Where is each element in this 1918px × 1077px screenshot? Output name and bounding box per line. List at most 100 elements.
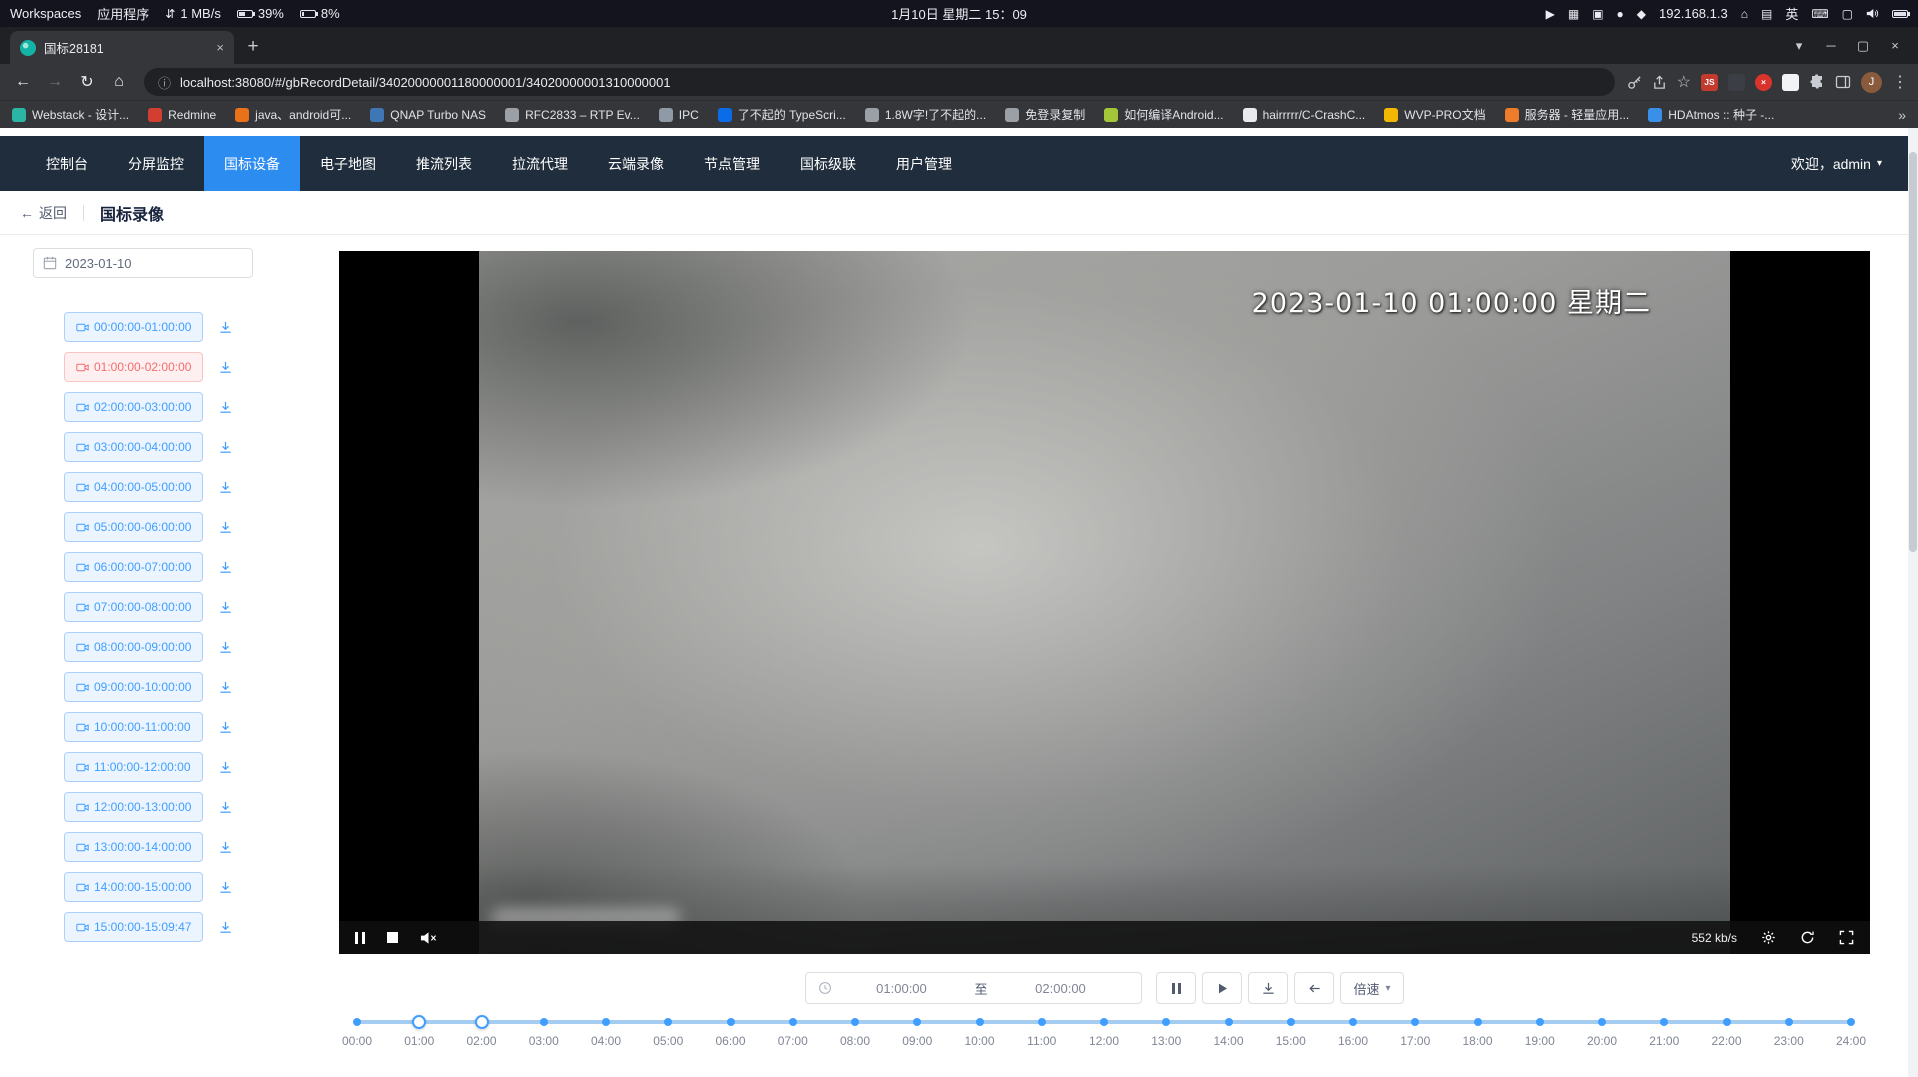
keyboard-icon[interactable]: ⌨ xyxy=(1811,8,1828,20)
ext-blocker-icon[interactable]: × xyxy=(1755,74,1772,91)
video-player[interactable]: 2023-01-10 01:00:00 星期二 552 kb/s xyxy=(339,251,1870,954)
clipboard-tray-icon[interactable]: ▣ xyxy=(1592,8,1603,20)
browser-forward-icon[interactable]: → xyxy=(42,73,68,91)
scrollbar-thumb[interactable] xyxy=(1909,152,1917,552)
record-time-button[interactable]: 06:00:00-07:00:00 xyxy=(64,552,203,582)
window-minimize-button[interactable]: ─ xyxy=(1816,38,1846,53)
player-stop-icon[interactable] xyxy=(387,932,398,943)
bookmark-item[interactable]: 了不起的 TypeScri... xyxy=(718,106,846,123)
record-time-button[interactable]: 11:00:00-12:00:00 xyxy=(64,752,203,782)
bookmark-item[interactable]: java、android可... xyxy=(235,106,351,123)
tab-search-icon[interactable]: ▾ xyxy=(1784,38,1814,54)
window-maximize-button[interactable]: ▢ xyxy=(1848,38,1878,54)
record-time-button[interactable]: 12:00:00-13:00:00 xyxy=(64,792,203,822)
record-download-button[interactable] xyxy=(218,840,233,855)
timeline-handle[interactable] xyxy=(475,1015,489,1029)
system-battery-icon[interactable] xyxy=(1892,10,1908,18)
record-time-button[interactable]: 05:00:00-06:00:00 xyxy=(64,512,203,542)
record-download-button[interactable] xyxy=(218,400,233,415)
display-icon[interactable]: ▢ xyxy=(1842,8,1853,20)
bookmarks-overflow-icon[interactable]: » xyxy=(1898,107,1906,123)
nav-item[interactable]: 国标设备 xyxy=(204,136,300,191)
tool-tray-icon[interactable]: ◆ xyxy=(1637,8,1646,20)
record-time-button[interactable]: 07:00:00-08:00:00 xyxy=(64,592,203,622)
media-player-icon[interactable]: ▶ xyxy=(1546,8,1555,20)
window-switcher-icon[interactable]: ▤ xyxy=(1761,8,1772,20)
site-info-icon[interactable]: ⓘ xyxy=(158,73,171,92)
record-download-button[interactable] xyxy=(218,680,233,695)
record-download-button[interactable] xyxy=(218,440,233,455)
nav-item[interactable]: 电子地图 xyxy=(300,136,396,191)
time-range-input[interactable]: 01:00:00 至 02:00:00 xyxy=(805,972,1142,1004)
bookmark-item[interactable]: HDAtmos :: 种子 -... xyxy=(1648,106,1774,123)
record-time-button[interactable]: 02:00:00-03:00:00 xyxy=(64,392,203,422)
download-button[interactable] xyxy=(1248,972,1288,1004)
bookmark-item[interactable]: 1.8W字!了不起的... xyxy=(865,106,986,123)
workspaces-button[interactable]: Workspaces xyxy=(10,6,81,21)
address-bar[interactable]: ⓘ localhost:38080/#/gbRecordDetail/34020… xyxy=(144,68,1615,96)
nav-item[interactable]: 分屏监控 xyxy=(108,136,204,191)
input-language-badge[interactable]: 英 xyxy=(1785,4,1798,23)
record-time-button[interactable]: 08:00:00-09:00:00 xyxy=(64,632,203,662)
record-download-button[interactable] xyxy=(218,560,233,575)
nav-item[interactable]: 云端录像 xyxy=(588,136,684,191)
app-tray-icon[interactable]: ● xyxy=(1617,8,1624,20)
bookmark-item[interactable]: 免登录复制 xyxy=(1005,106,1085,123)
record-download-button[interactable] xyxy=(218,320,233,335)
browser-home-icon[interactable]: ⌂ xyxy=(106,73,132,91)
volume-icon[interactable] xyxy=(1866,8,1879,19)
back-button[interactable]: ← 返回 xyxy=(20,203,67,223)
bookmark-item[interactable]: Redmine xyxy=(148,108,216,122)
profile-avatar[interactable]: J xyxy=(1861,72,1882,93)
timeline-handle[interactable] xyxy=(412,1015,426,1029)
side-panel-icon[interactable] xyxy=(1835,74,1851,90)
record-download-button[interactable] xyxy=(218,480,233,495)
bookmark-item[interactable]: 服务器 - 轻量应用... xyxy=(1505,106,1630,123)
password-key-icon[interactable] xyxy=(1627,75,1642,90)
nav-item[interactable]: 推流列表 xyxy=(396,136,492,191)
date-picker[interactable]: 2023-01-10 xyxy=(33,248,253,278)
applications-button[interactable]: 应用程序 xyxy=(97,4,149,23)
nav-item[interactable]: 控制台 xyxy=(26,136,108,191)
record-time-button[interactable]: 10:00:00-11:00:00 xyxy=(64,712,203,742)
browser-tab[interactable]: 国标28181 × xyxy=(10,31,234,64)
ip-address[interactable]: 192.168.1.3 xyxy=(1659,6,1728,21)
new-tab-button[interactable]: + xyxy=(238,32,268,62)
player-pause-icon[interactable] xyxy=(355,932,365,944)
browser-menu-icon[interactable]: ⋮ xyxy=(1892,72,1908,92)
bookmark-item[interactable]: IPC xyxy=(659,108,699,122)
record-time-button[interactable]: 04:00:00-05:00:00 xyxy=(64,472,203,502)
share-icon[interactable] xyxy=(1652,75,1667,90)
user-menu[interactable]: 欢迎，admin ▾ xyxy=(1791,154,1882,174)
speed-dropdown[interactable]: 倍速 ▾ xyxy=(1340,972,1403,1004)
pause-button[interactable] xyxy=(1156,972,1196,1004)
ext-dark-icon[interactable] xyxy=(1728,74,1745,91)
player-fullscreen-icon[interactable] xyxy=(1839,930,1854,945)
bookmark-item[interactable]: 如何编译Android... xyxy=(1104,106,1223,123)
record-time-button[interactable]: 13:00:00-14:00:00 xyxy=(64,832,203,862)
record-time-button[interactable]: 01:00:00-02:00:00 xyxy=(64,352,203,382)
record-download-button[interactable] xyxy=(218,640,233,655)
extensions-puzzle-icon[interactable] xyxy=(1809,74,1825,90)
timeline-slider[interactable]: 00:00 01:00 02:00 03:00 04:00 05:00 06:0… xyxy=(357,1014,1851,1070)
bookmark-star-icon[interactable]: ☆ xyxy=(1677,72,1691,92)
record-time-button[interactable]: 00:00:00-01:00:00 xyxy=(64,312,203,342)
player-settings-icon[interactable] xyxy=(1761,930,1776,945)
player-refresh-icon[interactable] xyxy=(1800,930,1815,945)
record-download-button[interactable] xyxy=(218,760,233,775)
record-time-button[interactable]: 14:00:00-15:00:00 xyxy=(64,872,203,902)
tab-close-icon[interactable]: × xyxy=(216,40,224,55)
page-scrollbar[interactable] xyxy=(1908,128,1918,1077)
ext-light-icon[interactable] xyxy=(1782,74,1799,91)
nav-item[interactable]: 用户管理 xyxy=(876,136,972,191)
record-download-button[interactable] xyxy=(218,360,233,375)
bookmark-item[interactable]: Webstack - 设计... xyxy=(12,106,129,123)
browser-back-icon[interactable]: ← xyxy=(10,73,36,91)
stats-tray-icon[interactable]: ▦ xyxy=(1568,8,1579,20)
record-time-button[interactable]: 09:00:00-10:00:00 xyxy=(64,672,203,702)
record-download-button[interactable] xyxy=(218,520,233,535)
record-download-button[interactable] xyxy=(218,920,233,935)
nav-item[interactable]: 拉流代理 xyxy=(492,136,588,191)
system-clock[interactable]: 1月10日 星期二 15：09 xyxy=(891,4,1027,23)
player-mute-icon[interactable] xyxy=(420,931,437,945)
